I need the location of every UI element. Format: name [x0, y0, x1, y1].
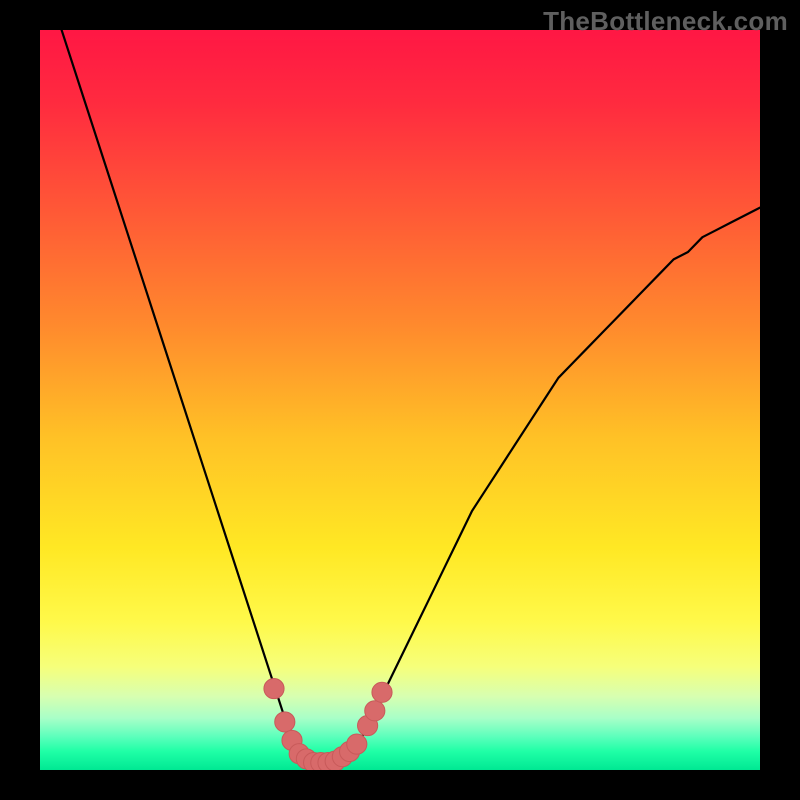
chart-svg: [40, 30, 760, 770]
plot-area: [40, 30, 760, 770]
watermark-text: TheBottleneck.com: [543, 6, 788, 37]
curve-marker: [264, 679, 284, 699]
curve-marker: [365, 701, 385, 721]
chart-frame: TheBottleneck.com: [0, 0, 800, 800]
curve-marker: [372, 682, 392, 702]
curve-marker: [275, 712, 295, 732]
curve-marker: [347, 734, 367, 754]
